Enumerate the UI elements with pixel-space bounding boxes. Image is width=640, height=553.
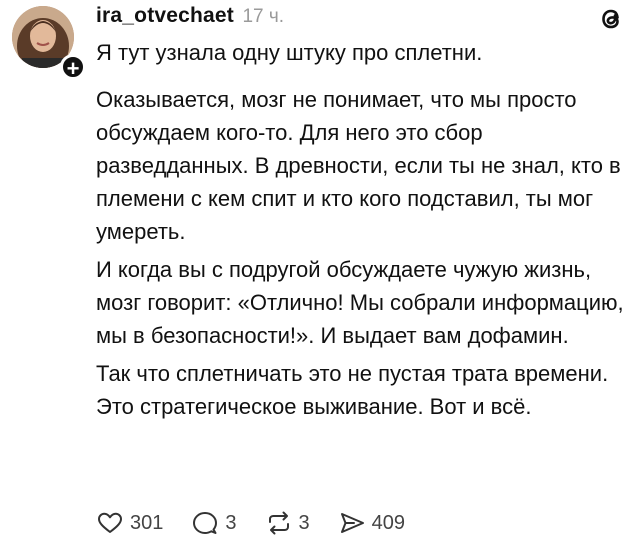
username[interactable]: ira_otvechaet — [96, 4, 234, 27]
post-header: ira_otvechaet 17 ч. — [96, 4, 284, 30]
threads-logo-icon — [602, 9, 619, 29]
timestamp: 17 ч. — [242, 6, 285, 27]
repost-count: 3 — [298, 511, 310, 534]
reply-button[interactable]: 3 — [191, 509, 237, 537]
follow-button[interactable]: + — [60, 54, 86, 81]
post-paragraph: Я тут узнала одну штуку про сплетни. — [96, 40, 483, 65]
post-paragraph: И когда вы с подругой обсуждаете чужую ж… — [96, 257, 624, 348]
send-icon — [340, 513, 364, 533]
like-button[interactable]: 301 — [96, 509, 163, 537]
post-body: Я тут узнала одну штуку про сплетни. Ока… — [96, 36, 632, 428]
plus-icon: + — [66, 56, 80, 81]
comment-bubble-icon — [193, 512, 218, 534]
post-paragraph: Так что сплетничать это не пустая трата … — [96, 361, 609, 419]
share-count: 409 — [371, 511, 405, 534]
repost-button[interactable]: 3 — [265, 509, 310, 537]
share-button[interactable]: 409 — [338, 509, 405, 537]
reply-count: 3 — [225, 511, 237, 534]
post-paragraph: Оказывается, мозг не понимает, что мы пр… — [96, 87, 621, 244]
post-actions: 301 3 3 409 — [96, 506, 433, 540]
like-count: 301 — [130, 511, 164, 534]
heart-icon — [98, 512, 122, 533]
repost-arrows-icon — [268, 511, 289, 535]
